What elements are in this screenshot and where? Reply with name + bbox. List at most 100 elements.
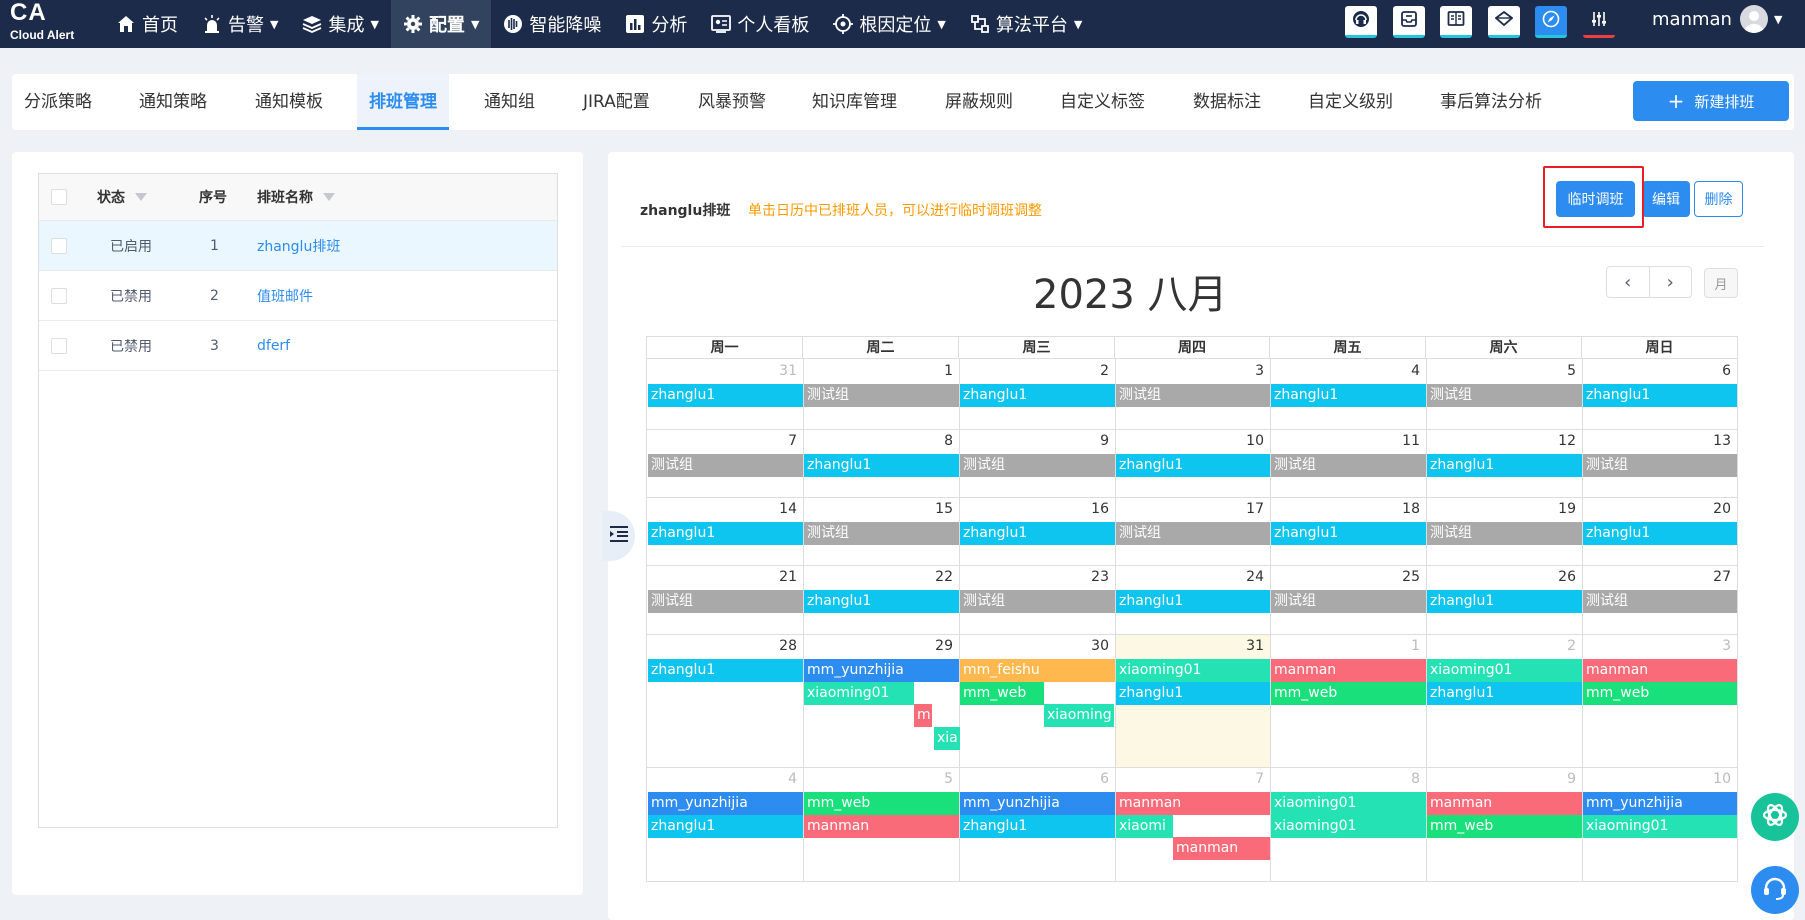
day-number[interactable]: 3 [1701,638,1731,654]
prev-month-button[interactable]: ‹ [1607,267,1650,297]
row-checkbox[interactable] [51,271,67,320]
tab-schedule-management[interactable]: 排班管理 [357,74,449,130]
table-row[interactable]: 已禁用 2 值班邮件 [39,271,557,321]
day-number[interactable]: 4 [767,771,797,787]
day-number[interactable]: 8 [1390,771,1420,787]
row-checkbox[interactable] [51,221,67,270]
day-number[interactable]: 19 [1546,501,1576,517]
table-row[interactable]: 已启用 1 zhanglu排班 [39,221,557,271]
user-menu[interactable]: manman ▼ [1652,0,1782,38]
shift-event[interactable]: 测试组 [804,384,959,407]
nav-personal-dashboard[interactable]: 个人看板 [699,0,821,48]
shift-event[interactable]: zhanglu1 [648,814,803,838]
shift-event[interactable]: zhanglu1 [960,814,1115,838]
day-number[interactable]: 6 [1079,771,1109,787]
select-all-checkbox[interactable] [51,174,67,220]
shift-event[interactable]: xiaoming01 [804,681,914,705]
shift-event[interactable]: m [914,704,932,727]
shift-event[interactable]: zhanglu1 [1116,454,1270,477]
day-number[interactable]: 30 [1079,638,1109,654]
shift-event[interactable]: manman [804,814,959,838]
tab-mask-rules[interactable]: 屏蔽规则 [945,74,1013,130]
shift-event[interactable]: zhanglu1 [1116,681,1270,705]
shift-event[interactable]: zhanglu1 [1116,590,1270,613]
day-number[interactable]: 2 [1546,638,1576,654]
inbox-button[interactable] [1392,6,1425,38]
tab-knowledge-base[interactable]: 知识库管理 [812,74,897,130]
filter-icon[interactable] [135,193,147,201]
shift-event[interactable]: xiaoming [1044,704,1114,727]
day-number[interactable]: 5 [923,771,953,787]
headset-button[interactable] [1345,6,1377,38]
day-number[interactable]: 27 [1701,569,1731,585]
day-number[interactable]: 5 [1546,363,1576,379]
shift-event[interactable]: zhanglu1 [1427,454,1582,477]
day-number[interactable]: 3 [1234,363,1264,379]
nav-root-cause[interactable]: 根因定位 ▼ [821,0,957,48]
new-schedule-button[interactable]: + 新建排班 [1633,81,1789,121]
day-number[interactable]: 7 [1234,771,1264,787]
shift-event[interactable]: zhanglu1 [1583,384,1737,407]
day-number[interactable]: 23 [1079,569,1109,585]
nav-alarm[interactable]: 告警 ▼ [190,0,290,48]
shift-event[interactable]: zhanglu1 [804,454,959,477]
nav-config[interactable]: 配置 ▼ [390,0,492,48]
shift-event[interactable]: zhanglu1 [960,522,1115,545]
tab-post-analysis[interactable]: 事后算法分析 [1440,74,1542,130]
tab-notify-policy[interactable]: 通知策略 [139,74,207,130]
day-number[interactable]: 6 [1701,363,1731,379]
day-number[interactable]: 26 [1546,569,1576,585]
shift-event[interactable]: xia [934,726,960,750]
day-number[interactable]: 7 [767,433,797,449]
shift-event[interactable]: 测试组 [804,522,959,545]
shift-event[interactable]: xiaoming01 [1271,792,1426,815]
day-number[interactable]: 16 [1079,501,1109,517]
day-number[interactable]: 31 [767,363,797,379]
day-number[interactable]: 9 [1079,433,1109,449]
day-number[interactable]: 1 [1390,638,1420,654]
nav-algorithm-platform[interactable]: 算法平台 ▼ [958,0,1094,48]
tab-notify-group[interactable]: 通知组 [484,74,535,130]
day-number[interactable]: 17 [1234,501,1264,517]
shift-event[interactable]: mm_yunzhijia [648,792,803,815]
shift-event[interactable]: 测试组 [648,590,803,613]
day-number[interactable]: 14 [767,501,797,517]
day-number[interactable]: 22 [923,569,953,585]
day-number[interactable]: 1 [923,363,953,379]
tab-jira-config[interactable]: JIRA配置 [583,74,650,130]
nav-analysis[interactable]: 分析 [613,0,699,48]
shift-event[interactable]: 测试组 [960,454,1115,477]
brand-logo[interactable]: CA Cloud Alert [10,1,74,42]
day-number[interactable]: 4 [1390,363,1420,379]
shift-event[interactable]: mm_yunzhijia [960,792,1115,815]
diamond-button[interactable] [1487,6,1520,38]
edit-button[interactable]: 编辑 [1642,181,1690,217]
shift-event[interactable]: zhanglu1 [804,590,959,613]
shift-event[interactable]: manman [1116,792,1270,815]
shift-event[interactable]: 测试组 [1271,590,1426,613]
shift-event[interactable]: zhanglu1 [960,384,1115,407]
day-number[interactable]: 21 [767,569,797,585]
day-number[interactable]: 29 [923,638,953,654]
customer-service-button[interactable] [1751,866,1799,914]
day-number[interactable]: 25 [1390,569,1420,585]
shift-event[interactable]: manman [1583,659,1737,682]
shift-event[interactable]: xiaomi [1116,814,1173,838]
sliders-button[interactable] [1582,6,1615,38]
shift-event[interactable]: manman [1427,792,1582,815]
shift-event[interactable]: mm_web [1271,681,1426,705]
shift-event[interactable]: zhanglu1 [648,522,803,545]
shift-event[interactable]: manman [1173,837,1270,860]
chat-assistant-button[interactable] [1751,793,1799,841]
shift-event[interactable]: mm_yunzhijia [1583,792,1737,815]
day-number[interactable]: 10 [1234,433,1264,449]
day-number[interactable]: 13 [1701,433,1731,449]
shift-event[interactable]: zhanglu1 [1427,681,1582,705]
shift-event[interactable]: mm_web [1427,814,1582,838]
book-button[interactable] [1440,6,1472,38]
day-number[interactable]: 20 [1701,501,1731,517]
nav-home[interactable]: 首页 [104,0,190,48]
day-number[interactable]: 15 [923,501,953,517]
shift-event[interactable]: 测试组 [648,454,803,477]
day-number[interactable]: 12 [1546,433,1576,449]
